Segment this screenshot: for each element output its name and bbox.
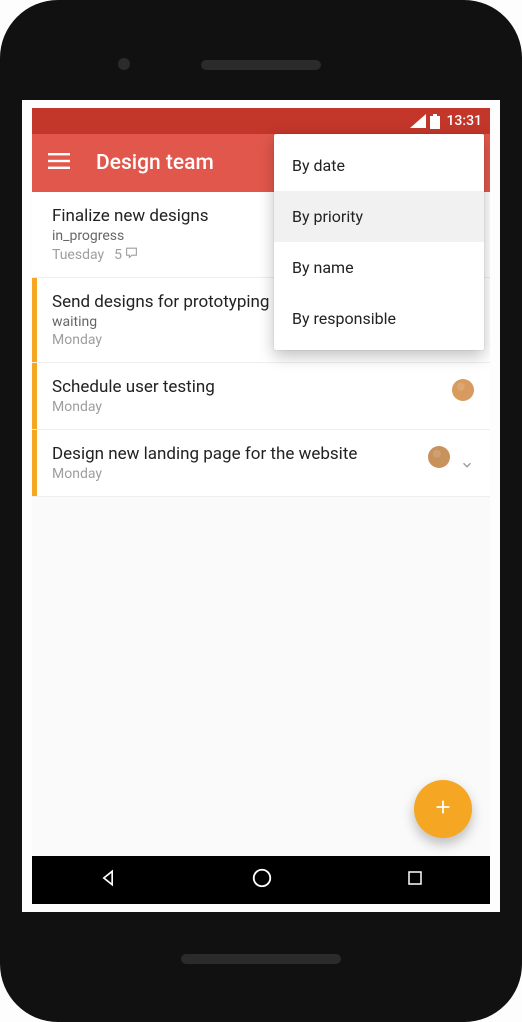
screen: 13:31 Design team Finalize new designs i… (32, 108, 490, 904)
sort-menu-item[interactable]: By date (274, 140, 484, 191)
nav-recent-icon[interactable] (406, 869, 424, 891)
task-row[interactable]: Schedule user testing Monday (32, 363, 490, 430)
page-title: Design team (96, 151, 214, 175)
bottom-speaker (181, 954, 341, 964)
avatar (428, 446, 450, 468)
chevron-down-icon[interactable] (460, 453, 474, 476)
task-row[interactable]: Design new landing page for the website … (32, 430, 490, 497)
sort-menu-item[interactable]: By name (274, 242, 484, 293)
sort-menu: By date By priority By name By responsib… (274, 134, 484, 350)
status-time: 13:31 (446, 113, 482, 129)
task-date: Monday (52, 332, 102, 348)
priority-accent (32, 363, 37, 429)
task-date: Monday (52, 466, 102, 482)
task-comments-count: 5 (114, 247, 122, 263)
comment-icon (125, 246, 138, 263)
add-button[interactable] (414, 780, 472, 838)
plus-icon (432, 796, 454, 822)
avatar (452, 379, 474, 401)
nav-back-icon[interactable] (98, 868, 118, 892)
task-title: Design new landing page for the website (52, 444, 428, 464)
task-comments: 5 (114, 246, 138, 263)
side-button (518, 400, 522, 520)
sort-menu-item[interactable]: By priority (274, 191, 484, 242)
task-date: Tuesday (52, 247, 104, 263)
earpiece (201, 60, 321, 70)
task-title: Schedule user testing (52, 377, 452, 397)
side-button (518, 290, 522, 350)
task-date: Monday (52, 399, 102, 415)
priority-accent (32, 430, 37, 496)
phone-frame: 13:31 Design team Finalize new designs i… (0, 0, 522, 1022)
android-navbar (32, 856, 490, 904)
nav-home-icon[interactable] (251, 867, 273, 893)
signal-icon (410, 114, 426, 128)
front-camera (118, 58, 130, 70)
status-bar: 13:31 (32, 108, 490, 134)
battery-icon (430, 114, 440, 129)
sort-menu-item[interactable]: By responsible (274, 293, 484, 344)
priority-accent (32, 278, 37, 362)
hamburger-icon[interactable] (48, 153, 70, 173)
